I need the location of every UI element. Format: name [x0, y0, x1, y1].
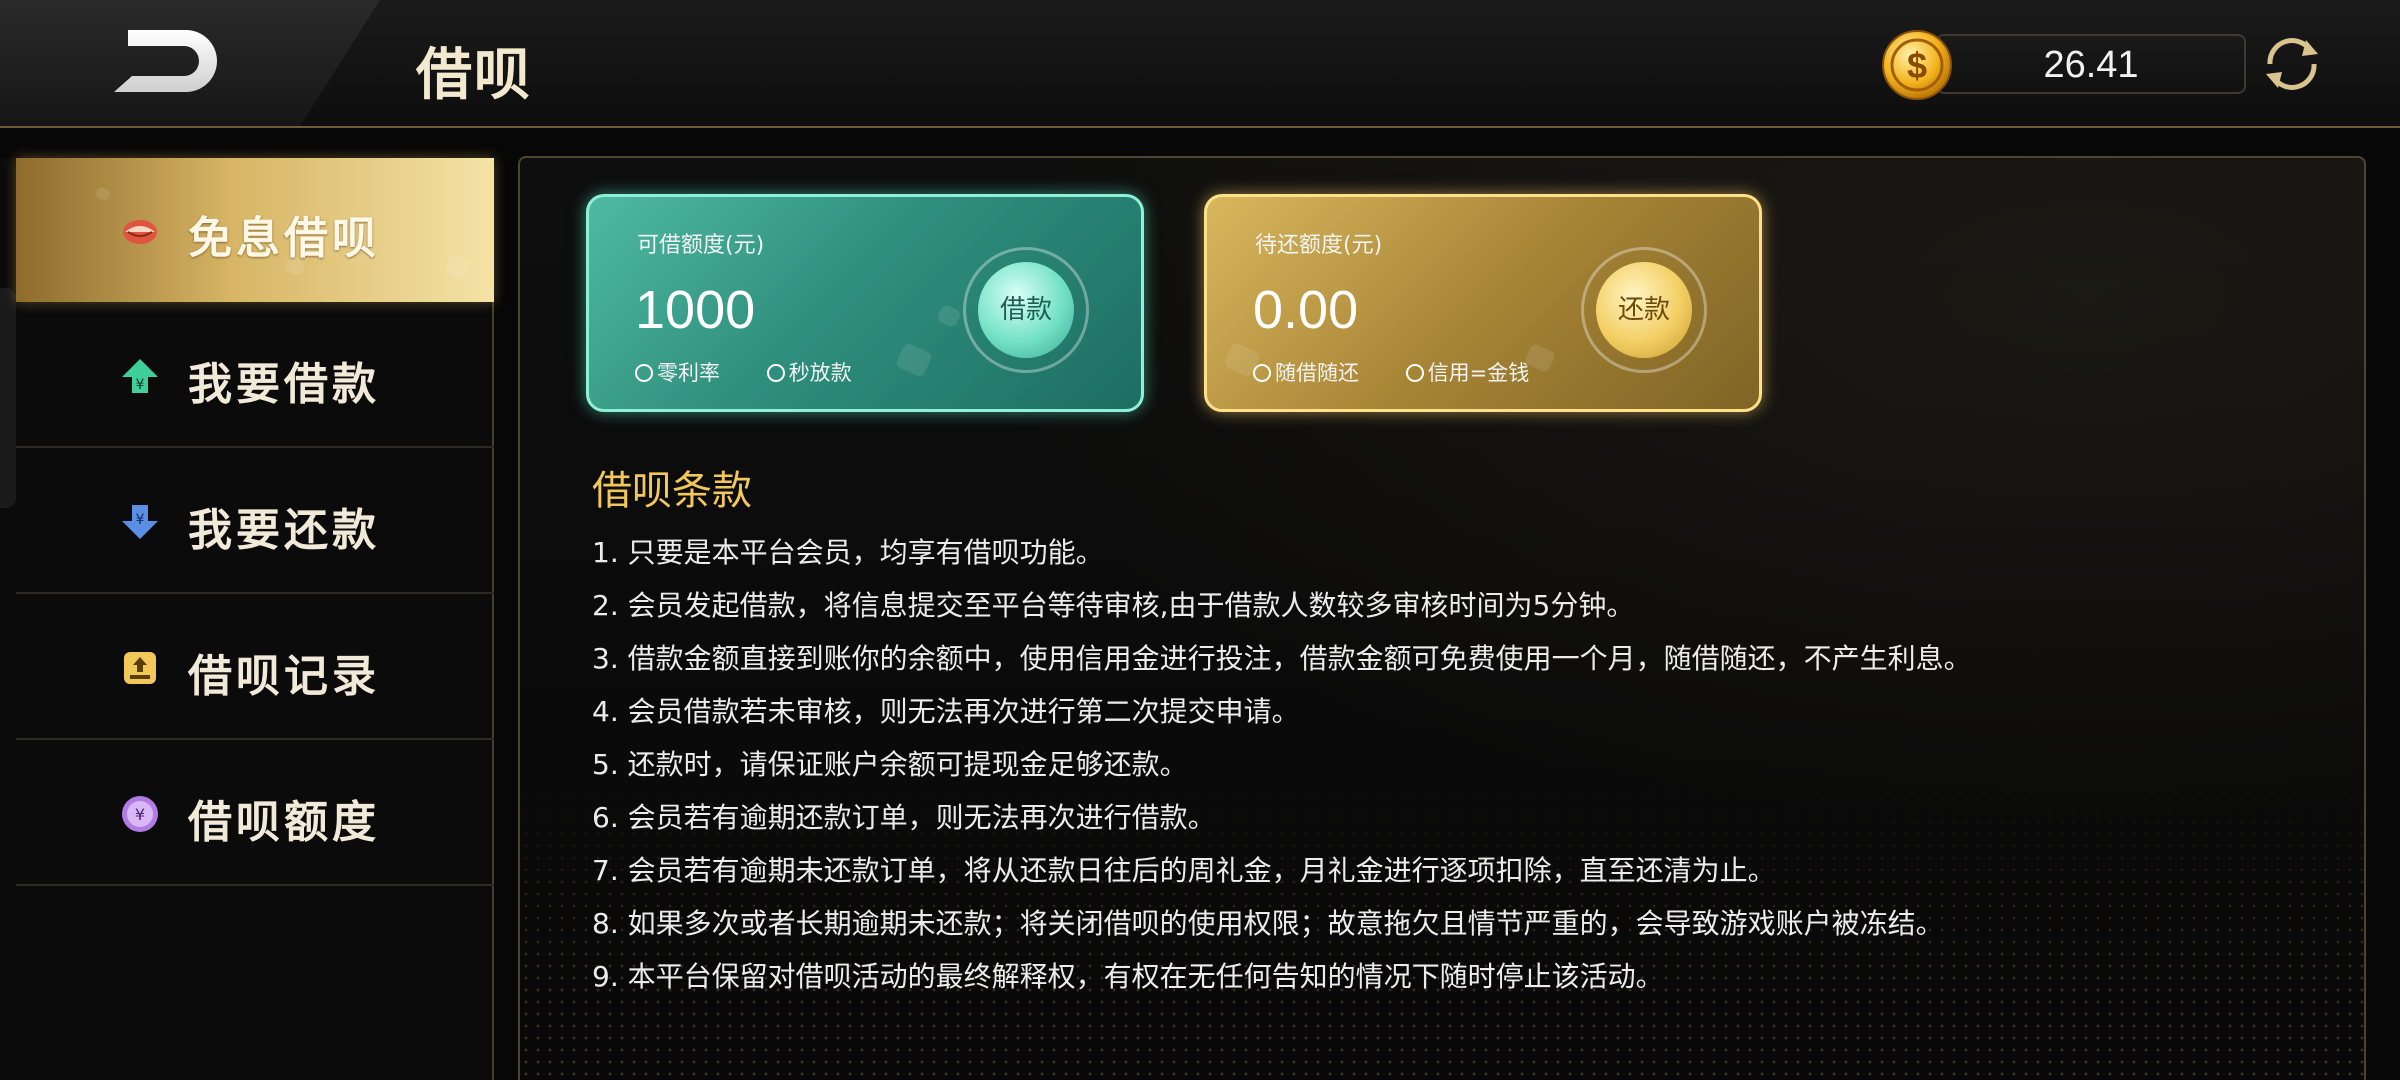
repay-tags: 随借随还 信用=金钱 — [1253, 357, 1569, 387]
sidebar-edge — [0, 288, 16, 508]
sparkle-decoration — [94, 185, 112, 203]
borrow-quota-title: 可借额度(元) — [637, 233, 765, 258]
sidebar-item-repay[interactable]: ¥ 我要还款 — [16, 450, 494, 594]
terms-list: 1. 只要是本平台会员，均享有借呗功能。 2. 会员发起借款，将信息提交至平台等… — [592, 526, 1972, 1003]
sidebar-item-label: 免息借呗 — [188, 213, 380, 264]
sidebar-item-label: 借呗额度 — [188, 797, 380, 848]
borrow-up-icon: ¥ — [122, 359, 158, 393]
quota-coin-icon: ¥ — [122, 796, 158, 832]
svg-text:$: $ — [1907, 45, 1927, 86]
sidebar-item-records[interactable]: 借呗记录 — [16, 596, 494, 740]
balance-display: 26.41 — [1936, 34, 2246, 94]
sidebar-item-label: 我要还款 — [188, 505, 380, 556]
repay-button[interactable]: 还款 — [1596, 262, 1692, 358]
repay-quota-amount: 0.00 — [1253, 280, 1359, 340]
sidebar-item-label: 我要借款 — [188, 359, 380, 410]
terms-title: 借呗条款 — [592, 468, 752, 514]
gold-coin-icon: $ — [1882, 30, 1952, 100]
sidebar-item-borrow[interactable]: ¥ 我要借款 — [16, 304, 494, 448]
borrow-button[interactable]: 借款 — [978, 262, 1074, 358]
sidebar: 免息借呗 ¥ 我要借款 ¥ 我要还款 借呗记录 ¥ 借呗额度 — [0, 158, 494, 1080]
tag-zero-interest: 零利率 — [635, 361, 720, 385]
balance-value: 26.41 — [2043, 44, 2139, 86]
back-button[interactable] — [108, 26, 220, 96]
lips-icon — [123, 220, 157, 244]
tag-borrow-repay-anytime: 随借随还 — [1253, 361, 1359, 385]
terms-item: 8. 如果多次或者长期逾期未还款；将关闭借呗的使用权限；故意拖欠且情节严重的，会… — [592, 907, 1944, 940]
terms-item: 7. 会员若有逾期未还款订单，将从还款日往后的周礼金，月礼金进行逐项扣除，直至还… — [592, 854, 1776, 887]
svg-text:¥: ¥ — [136, 377, 145, 393]
repay-button-ring: 还款 — [1581, 247, 1707, 373]
sparkle-decoration — [442, 252, 472, 280]
record-icon — [124, 652, 156, 684]
card-decoration — [936, 303, 962, 329]
refresh-icon[interactable] — [2258, 30, 2326, 98]
terms-item: 3. 借款金额直接到账你的余额中，使用信用金进行投注，借款金额可免费使用一个月，… — [592, 642, 1972, 675]
repay-quota-title: 待还额度(元) — [1255, 233, 1383, 258]
borrow-quota-amount: 1000 — [635, 280, 756, 340]
borrow-button-ring: 借款 — [963, 247, 1089, 373]
terms-item: 9. 本平台保留对借呗活动的最终解释权，有权在无任何告知的情况下随时停止该活动。 — [592, 960, 1664, 993]
sidebar-item-label: 借呗记录 — [188, 651, 380, 702]
terms-item: 1. 只要是本平台会员，均享有借呗功能。 — [592, 536, 1104, 569]
borrow-tags: 零利率 秒放款 — [635, 357, 892, 387]
svg-text:¥: ¥ — [135, 805, 145, 824]
tag-credit-money: 信用=金钱 — [1406, 361, 1530, 385]
repay-quota-card: 待还额度(元) 0.00 随借随还 信用=金钱 还款 — [1204, 194, 1762, 412]
sidebar-item-quota[interactable]: ¥ 借呗额度 — [16, 742, 494, 886]
card-decoration — [894, 341, 934, 379]
terms-item: 2. 会员发起借款，将信息提交至平台等待审核,由于借款人数较多审核时间为5分钟。 — [592, 589, 1635, 622]
repay-down-icon: ¥ — [122, 505, 158, 539]
page-title: 借呗 — [416, 43, 532, 108]
top-bar: 借呗 26.41 $ — [0, 0, 2400, 128]
main-panel: 可借额度(元) 1000 零利率 秒放款 借款 待还额度(元) 0.00 随借随… — [518, 156, 2366, 1080]
terms-item: 4. 会员借款若未审核，则无法再次进行第二次提交申请。 — [592, 695, 1300, 728]
back-arrow-icon — [114, 30, 217, 92]
sidebar-item-interest-free[interactable]: 免息借呗 — [16, 158, 494, 302]
tag-instant-loan: 秒放款 — [767, 361, 852, 385]
svg-text:¥: ¥ — [136, 512, 145, 528]
terms-item: 6. 会员若有逾期还款订单，则无法再次进行借款。 — [592, 801, 1216, 834]
terms-item: 5. 还款时，请保证账户余额可提现金足够还款。 — [592, 748, 1188, 781]
borrow-quota-card: 可借额度(元) 1000 零利率 秒放款 借款 — [586, 194, 1144, 412]
